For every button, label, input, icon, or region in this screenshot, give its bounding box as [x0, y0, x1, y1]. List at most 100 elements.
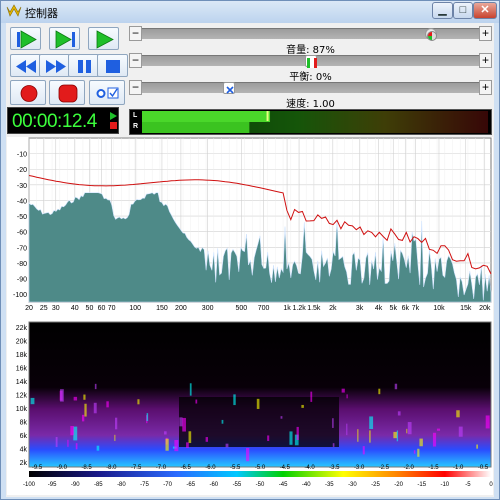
scale-top-tick: -6.0 — [205, 465, 216, 471]
scale-top-tick: -8.0 — [106, 465, 117, 471]
scale-bottom-tick: -95 — [48, 482, 57, 488]
spectrogram-streak — [476, 444, 478, 449]
speed-increase-button[interactable]: + — [479, 80, 492, 95]
close-button[interactable]: ✕ — [473, 2, 497, 19]
spectrogram-streak — [83, 394, 86, 400]
app-icon — [6, 4, 22, 17]
scale-top-tick: -0.5 — [478, 465, 489, 471]
volume-slider[interactable]: − + — [129, 26, 492, 41]
spectrogram-streak — [378, 388, 381, 395]
spectrogram-streak — [137, 399, 140, 405]
scale-top-tick: -7.5 — [131, 465, 142, 471]
spectrum-x-tick: 5k — [390, 305, 398, 312]
spectrogram-y-tick: 12k — [16, 393, 28, 400]
play-from-start-button[interactable] — [10, 27, 41, 50]
spectrogram-streak — [346, 394, 348, 399]
scale-top-tick: -3.0 — [354, 465, 365, 471]
spectrogram-streak — [67, 439, 69, 447]
play-button[interactable] — [88, 27, 119, 50]
spectrum-x-tick: 25 — [40, 305, 48, 312]
minimize-button[interactable]: ▁ — [432, 2, 453, 19]
spectrum-x-tick: 1.5k — [307, 305, 321, 312]
volume-thumb[interactable] — [424, 28, 437, 41]
spectrogram-streak — [458, 426, 463, 437]
spectrum-x-tick: 300 — [202, 305, 214, 312]
spectrum-x-tick: 40 — [71, 305, 79, 312]
record-icon — [20, 85, 38, 102]
time-readout: 00:00:12.4 — [12, 111, 97, 132]
spectrogram-streak — [456, 410, 460, 418]
time-mode-icon[interactable] — [109, 111, 118, 131]
spectrogram-streak — [55, 437, 58, 447]
scale-top-tick: -5.5 — [230, 465, 241, 471]
spectrogram-y-tick: 14k — [16, 379, 28, 386]
volume-track[interactable] — [142, 28, 479, 41]
spectrogram-streak — [369, 430, 371, 443]
spectrogram-streak — [289, 431, 293, 445]
spectrogram-streak — [165, 438, 169, 451]
spectrogram-streak — [256, 398, 260, 409]
speed-slider[interactable]: − + — [129, 80, 492, 95]
spectrogram-y-tick: 6k — [20, 433, 28, 440]
scale-bottom-tick: -55 — [233, 482, 242, 488]
scale-top-tick: -8.5 — [81, 465, 92, 471]
spectrogram-y-tick: 16k — [16, 366, 28, 373]
spectrogram-streak — [75, 443, 78, 450]
spectrogram-streak — [394, 383, 398, 390]
spectrogram-streak — [436, 428, 441, 431]
record-stop-button[interactable] — [49, 80, 85, 105]
scale-top-tick: -9.0 — [57, 465, 68, 471]
scale-bottom-tick: -10 — [440, 482, 449, 488]
spectrum-x-tick: 70 — [108, 305, 116, 312]
spectrogram-streak — [246, 448, 250, 462]
rewind-button[interactable] — [10, 54, 41, 77]
spectrogram-y-tick: 22k — [16, 325, 28, 332]
spectrogram-streak — [419, 438, 423, 447]
spectrum-x-tick: 1k — [283, 305, 291, 312]
speed-thumb[interactable] — [223, 82, 236, 94]
balance-thumb[interactable] — [304, 55, 317, 68]
scale-top-tick: -7.0 — [156, 465, 167, 471]
scale-bottom-tick: -40 — [302, 482, 311, 488]
fast-forward-button[interactable] — [39, 54, 70, 77]
meter-bars — [142, 111, 488, 133]
stop-button[interactable] — [97, 54, 128, 77]
volume-decrease-button[interactable]: − — [129, 26, 142, 41]
scale-bottom-tick: -80 — [117, 482, 126, 488]
spectrogram-streak — [406, 428, 408, 434]
spectrogram-streak — [114, 417, 118, 430]
spectrogram-streak — [106, 401, 109, 408]
title-bar[interactable]: 控制器 ▁ □ ✕ — [1, 1, 499, 23]
meter-right-mask — [249, 122, 488, 133]
pause-button[interactable] — [68, 54, 99, 77]
spectrum-x-tick: 6k — [402, 305, 410, 312]
record-options-button[interactable] — [89, 80, 125, 105]
fast-forward-icon — [46, 60, 66, 73]
spectrogram-streak — [341, 388, 345, 393]
spectrum-x-tick: 3k — [356, 305, 364, 312]
balance-track[interactable] — [142, 55, 479, 68]
speed-decrease-button[interactable]: − — [129, 80, 142, 95]
spectrum-x-tick: 4k — [375, 305, 383, 312]
spectrum-y-tick: -80 — [17, 261, 27, 268]
spectrum-x-tick: 20k — [479, 305, 491, 312]
record-button[interactable] — [10, 80, 46, 105]
scale-bottom-tick: -65 — [186, 482, 195, 488]
balance-slider[interactable]: − + — [129, 53, 492, 68]
volume-increase-button[interactable]: + — [479, 26, 492, 41]
balance-increase-button[interactable]: + — [479, 53, 492, 68]
maximize-button[interactable]: □ — [453, 2, 473, 19]
spectrogram-streak — [346, 423, 348, 436]
color-scale-bar — [29, 471, 491, 477]
scale-bottom-tick: -20 — [394, 482, 403, 488]
spectrogram-streak — [417, 448, 420, 457]
skip-start-play-icon — [17, 30, 37, 49]
spectrum-analyzer: -10-20-30-40-50-60-70-80-90-10020 25 30 40 5… — [7, 137, 493, 495]
scale-bottom-tick: -25 — [371, 482, 380, 488]
spectrum-x-tick: 7k — [412, 305, 420, 312]
spectrogram-streak — [332, 443, 335, 447]
balance-decrease-button[interactable]: − — [129, 53, 142, 68]
play-to-end-button[interactable] — [49, 27, 80, 50]
speed-track[interactable] — [142, 82, 479, 94]
scale-bottom-tick: -15 — [417, 482, 426, 488]
